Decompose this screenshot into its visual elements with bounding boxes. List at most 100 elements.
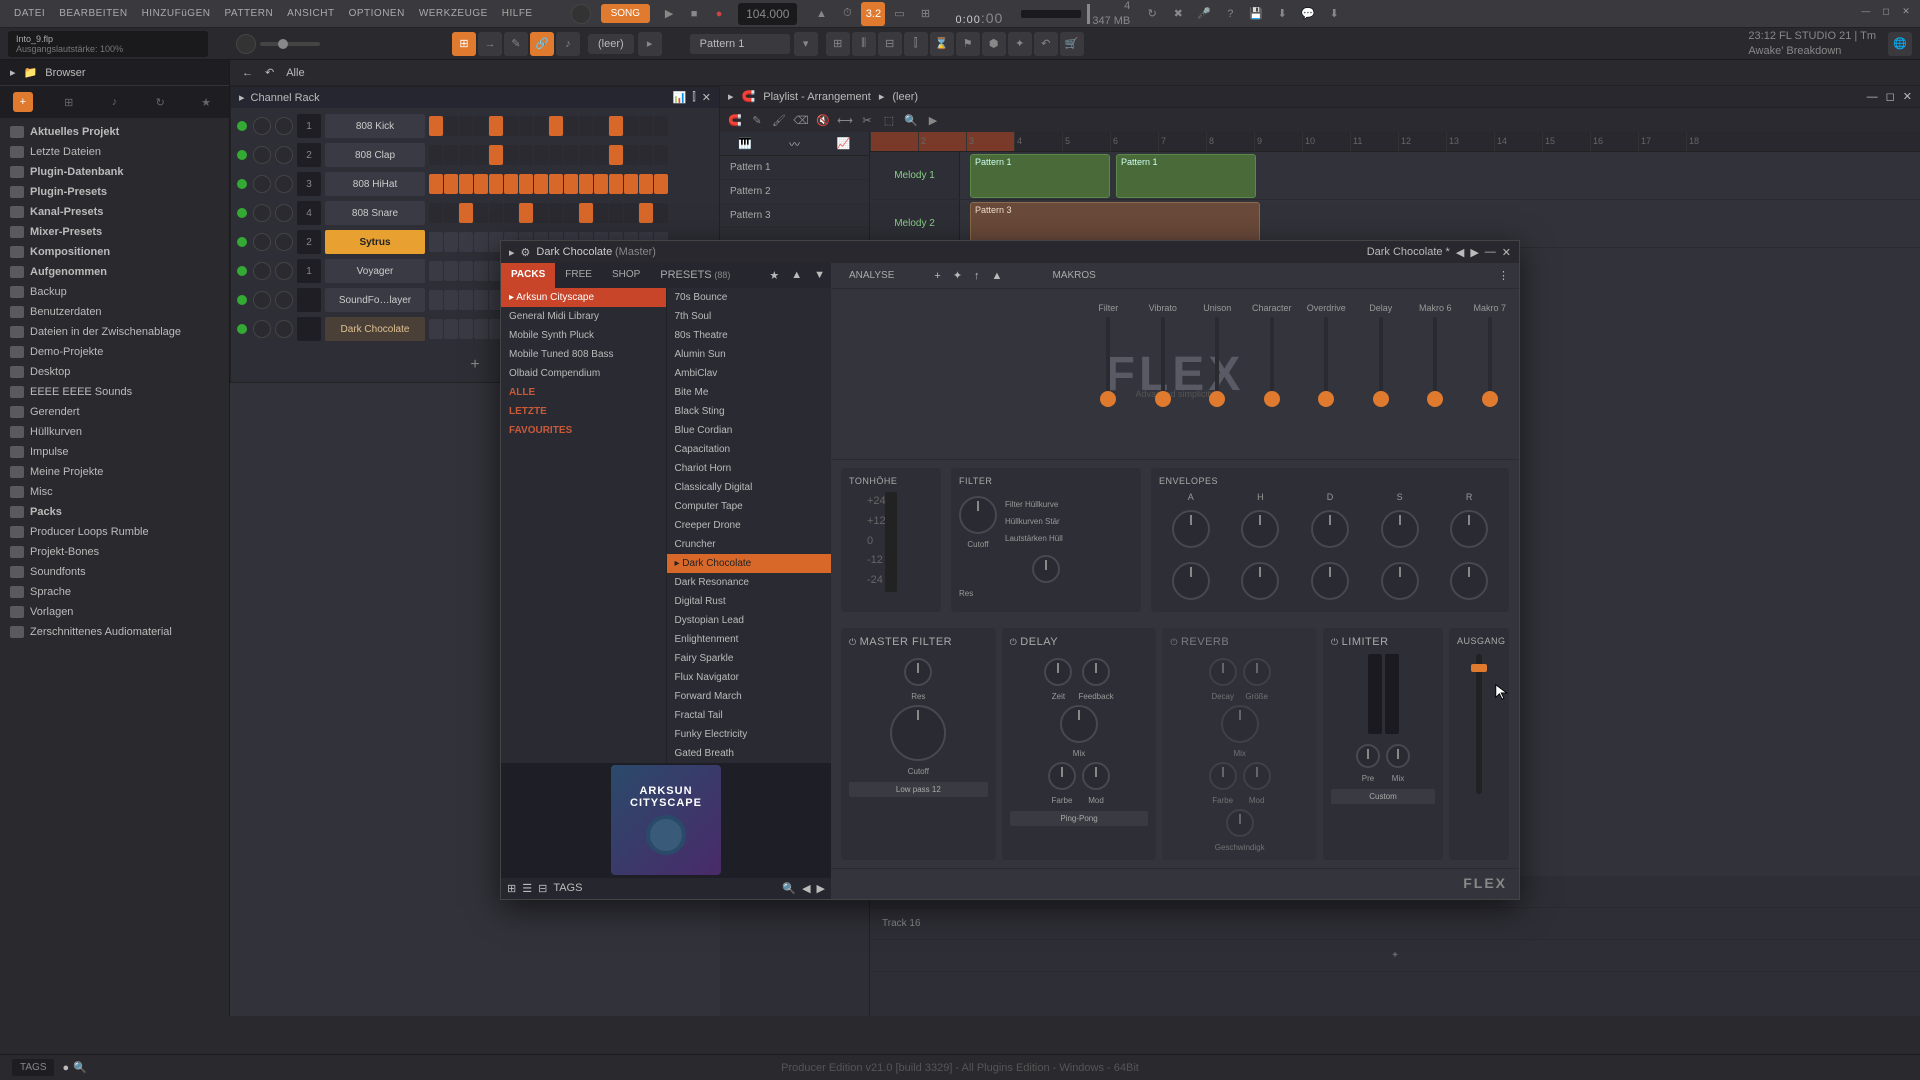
shop-cart-icon[interactable]: 🛒 <box>1060 32 1084 56</box>
env-knob[interactable] <box>1311 510 1349 548</box>
minimize-button[interactable]: — <box>1858 4 1874 18</box>
tree-item[interactable]: Zerschnittenes Audiomaterial <box>0 622 229 642</box>
status-search-icon[interactable]: 🔍 <box>73 1061 87 1074</box>
step-button[interactable] <box>444 145 458 165</box>
pl-paint-icon[interactable]: 🖌 <box>770 111 788 129</box>
main-volume-knob[interactable] <box>571 4 591 24</box>
channel-name[interactable]: 808 Clap <box>325 143 425 167</box>
env-knob[interactable] <box>1381 510 1419 548</box>
makro-slider-track[interactable] <box>1379 317 1383 407</box>
flex-close-icon[interactable]: ✕ <box>1502 246 1511 259</box>
maximize-button[interactable]: ◻ <box>1878 4 1894 18</box>
step-button[interactable] <box>594 203 608 223</box>
playlist-close-icon[interactable]: ✕ <box>1903 90 1912 103</box>
channel-vol-knob[interactable] <box>275 204 293 222</box>
playlist-minimize-icon[interactable]: — <box>1867 91 1878 103</box>
channel-vol-knob[interactable] <box>275 291 293 309</box>
channel-led[interactable] <box>237 237 247 247</box>
browser-refresh-icon[interactable]: ↻ <box>150 92 170 112</box>
preset-item[interactable]: Alumin Sun <box>667 345 832 364</box>
pl-slice-icon[interactable]: ✂ <box>858 111 876 129</box>
step-button[interactable] <box>594 145 608 165</box>
preset-item[interactable]: Black Sting <box>667 402 832 421</box>
export-icon[interactable]: ⬇ <box>1270 2 1294 26</box>
env-knob[interactable] <box>1241 562 1279 600</box>
preset-item[interactable]: Dark Resonance <box>667 573 832 592</box>
tree-item[interactable]: Hüllkurven <box>0 422 229 442</box>
tags-button[interactable]: TAGS <box>12 1059 54 1076</box>
tree-item[interactable]: Meine Projekte <box>0 462 229 482</box>
tree-item[interactable]: Aufgenommen <box>0 262 229 282</box>
browser-sound-icon[interactable]: ♪ <box>104 92 124 112</box>
limiter-pre-knob[interactable] <box>1356 744 1380 768</box>
channel-pan-knob[interactable] <box>253 146 271 164</box>
step-button[interactable] <box>519 203 533 223</box>
makro-knob[interactable] <box>1155 391 1171 407</box>
step-button[interactable] <box>444 174 458 194</box>
delay-mix-knob[interactable] <box>1060 705 1098 743</box>
stop-button[interactable]: ■ <box>683 3 705 25</box>
channel-number[interactable]: 2 <box>297 230 321 254</box>
step-button[interactable] <box>489 174 503 194</box>
ruler-mark[interactable]: 18 <box>1686 132 1734 151</box>
step-button[interactable] <box>474 203 488 223</box>
step-button[interactable] <box>489 116 503 136</box>
pl-draw-icon[interactable]: ✎ <box>748 111 766 129</box>
channel-pan-knob[interactable] <box>253 320 271 338</box>
step-button[interactable] <box>459 290 473 310</box>
step-button[interactable] <box>474 290 488 310</box>
step-button[interactable] <box>429 174 443 194</box>
step-button[interactable] <box>609 203 623 223</box>
download-icon[interactable]: ⬇ <box>1322 2 1346 26</box>
preset-item[interactable]: Bite Me <box>667 383 832 402</box>
step-button[interactable] <box>444 116 458 136</box>
step-button[interactable] <box>459 145 473 165</box>
tree-item[interactable]: Backup <box>0 282 229 302</box>
piano-roll-icon[interactable]: ⊞ <box>826 32 850 56</box>
env-knob[interactable] <box>1172 510 1210 548</box>
step-button[interactable] <box>474 261 488 281</box>
step-button[interactable] <box>429 203 443 223</box>
tree-item[interactable]: Misc <box>0 482 229 502</box>
ch-rack-close-icon[interactable]: ✕ <box>702 91 711 104</box>
presets-tab[interactable]: PRESETS (88) <box>650 263 740 288</box>
step-button[interactable] <box>429 145 443 165</box>
plugin-icon[interactable]: ⬢ <box>982 32 1006 56</box>
back-arrow-icon[interactable]: ← <box>242 67 253 79</box>
step-button[interactable] <box>579 116 593 136</box>
mf-type-button[interactable]: Low pass 12 <box>849 782 988 797</box>
preset-item[interactable]: ▸ Dark Chocolate <box>667 554 832 573</box>
ruler-mark[interactable]: 11 <box>1350 132 1398 151</box>
preset-item[interactable]: Creeper Drone <box>667 516 832 535</box>
step-button[interactable] <box>564 145 578 165</box>
step-edit-icon[interactable]: ⊞ <box>913 2 937 26</box>
reverb-decay-knob[interactable] <box>1209 658 1237 686</box>
close-button[interactable]: ✕ <box>1898 4 1914 18</box>
channel-number[interactable]: 1 <box>297 114 321 138</box>
menu-datei[interactable]: DATEI <box>8 4 51 23</box>
free-tab[interactable]: FREE <box>555 263 602 288</box>
step-button[interactable] <box>489 203 503 223</box>
preset-item[interactable]: AmbiClav <box>667 364 832 383</box>
ruler-mark[interactable]: 15 <box>1542 132 1590 151</box>
ruler-mark[interactable]: 3 <box>966 132 1014 151</box>
channel-vol-knob[interactable] <box>275 233 293 251</box>
play-button[interactable]: ▶ <box>658 3 680 25</box>
makro-slider-track[interactable] <box>1215 317 1219 407</box>
track-add[interactable]: + <box>870 940 1920 972</box>
channel-led[interactable] <box>237 150 247 160</box>
channel-vol-knob[interactable] <box>275 262 293 280</box>
pitch-slider[interactable] <box>885 492 897 592</box>
channel-pan-knob[interactable] <box>253 262 271 280</box>
pat-piano-icon[interactable]: 🎹 <box>738 137 752 150</box>
tree-item[interactable]: Letzte Dateien <box>0 142 229 162</box>
step-button[interactable] <box>549 145 563 165</box>
pack-item[interactable]: Mobile Synth Pluck <box>501 326 666 345</box>
preset-item[interactable]: Computer Tape <box>667 497 832 516</box>
step-button[interactable] <box>459 203 473 223</box>
tree-item[interactable]: Dateien in der Zwischenablage <box>0 322 229 342</box>
analyse-tab[interactable]: ANALYSE <box>841 266 902 285</box>
step-button[interactable] <box>639 174 653 194</box>
track-label[interactable]: Melody 1 <box>870 152 960 199</box>
tree-item[interactable]: Soundfonts <box>0 562 229 582</box>
